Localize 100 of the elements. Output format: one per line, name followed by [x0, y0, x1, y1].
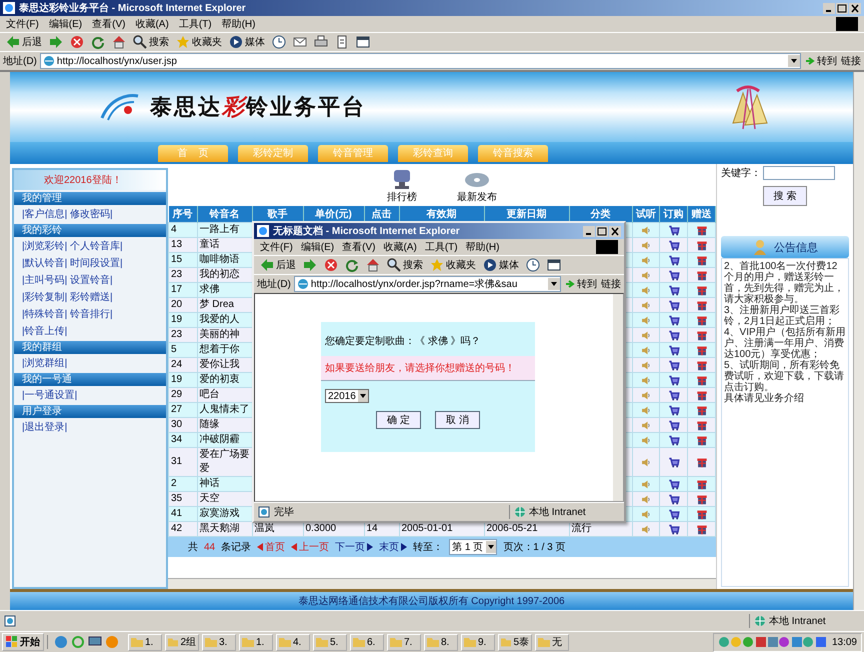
- cart-icon[interactable]: [666, 254, 681, 266]
- menu-item[interactable]: 工具(T): [424, 240, 458, 254]
- gift-icon[interactable]: [694, 524, 709, 534]
- menu-link[interactable]: |彩铃复制| 彩铃赠送|: [14, 288, 166, 305]
- vertical-scrollbar[interactable]: [853, 72, 864, 610]
- page-link[interactable]: 末页: [379, 540, 408, 554]
- go-button[interactable]: 转到: [804, 54, 838, 68]
- links-button[interactable]: 链接: [601, 277, 621, 291]
- dropdown-arrow-icon[interactable]: [790, 57, 798, 65]
- taskbar-button[interactable]: 5泰: [498, 634, 532, 650]
- gift-icon[interactable]: [694, 478, 709, 490]
- toolbar-button[interactable]: 搜索: [131, 34, 171, 50]
- menu-item[interactable]: 帮助(H): [222, 17, 256, 31]
- cart-icon[interactable]: [666, 478, 681, 490]
- horizontal-scrollbar[interactable]: [168, 578, 716, 589]
- toolbar-button[interactable]: 媒体: [481, 257, 521, 273]
- taskbar-button[interactable]: 1.: [128, 634, 162, 650]
- search-button[interactable]: 搜 索: [762, 186, 808, 206]
- cart-icon[interactable]: [666, 404, 681, 416]
- minimize-icon[interactable]: [823, 2, 835, 14]
- page-link[interactable]: 下一页: [335, 540, 374, 554]
- cart-icon[interactable]: [666, 508, 681, 520]
- cart-icon[interactable]: [666, 284, 681, 296]
- stop-button[interactable]: [322, 257, 340, 273]
- taskbar-button[interactable]: 1.: [239, 634, 273, 650]
- taskbar-button[interactable]: 7.: [387, 634, 421, 650]
- stop-button[interactable]: [68, 34, 86, 50]
- window-button[interactable]: [545, 257, 563, 273]
- cart-icon[interactable]: [666, 420, 681, 430]
- menu-link[interactable]: |浏览群组|: [14, 354, 166, 371]
- vertical-scrollbar[interactable]: [613, 294, 623, 501]
- refresh-button[interactable]: [89, 34, 107, 50]
- dialog-button[interactable]: 确 定: [376, 411, 421, 429]
- menu-link[interactable]: |浏览彩铃| 个人铃音库|: [14, 237, 166, 254]
- maximize-icon[interactable]: [596, 226, 608, 236]
- taskbar-button[interactable]: 6.: [350, 634, 384, 650]
- dialog-button[interactable]: 取 消: [435, 411, 480, 429]
- menu-link[interactable]: |一号通设置|: [14, 386, 166, 403]
- taskbar-button[interactable]: 5.: [313, 634, 347, 650]
- menu-link[interactable]: |铃音上传|: [14, 322, 166, 339]
- menu-item[interactable]: 收藏(A): [135, 17, 169, 31]
- toolbar-button[interactable]: 收藏夹: [174, 34, 224, 50]
- gift-icon[interactable]: [694, 270, 709, 280]
- menu-item[interactable]: 查看(V): [342, 240, 376, 254]
- gift-icon[interactable]: [694, 494, 709, 504]
- start-button[interactable]: 开始: [2, 633, 44, 651]
- toolbar-button[interactable]: 后退: [4, 34, 44, 50]
- toolbar-button[interactable]: 媒体: [227, 34, 267, 50]
- shortcut-link[interactable]: 排行榜: [387, 168, 417, 204]
- cart-icon[interactable]: [666, 456, 681, 468]
- toolbar-button[interactable]: 后退: [258, 257, 298, 273]
- cart-icon[interactable]: [666, 390, 681, 400]
- keyword-field[interactable]: [763, 166, 835, 180]
- menu-link[interactable]: |退出登录|: [14, 418, 166, 435]
- cart-icon[interactable]: [666, 434, 681, 446]
- refresh-button[interactable]: [343, 257, 361, 273]
- address-field[interactable]: http://localhost/ynx/order.jsp?rname=求佛&sau: [294, 276, 561, 292]
- taskbar-button[interactable]: 2组: [165, 634, 199, 650]
- minimize-icon[interactable]: [583, 226, 595, 236]
- menu-item[interactable]: 编辑(E): [48, 17, 82, 31]
- menu-link[interactable]: |客户信息| 修改密码|: [14, 205, 166, 222]
- gift-icon[interactable]: [694, 374, 709, 386]
- cart-icon[interactable]: [666, 524, 681, 534]
- window-button[interactable]: [354, 34, 372, 50]
- cart-icon[interactable]: [666, 314, 681, 326]
- cart-icon[interactable]: [666, 224, 681, 236]
- gift-icon[interactable]: [694, 254, 709, 266]
- menu-link[interactable]: |默认铃音| 时间段设置|: [14, 254, 166, 271]
- close-icon[interactable]: [609, 226, 621, 236]
- gift-icon[interactable]: [694, 360, 709, 370]
- gift-icon[interactable]: [694, 314, 709, 326]
- gift-icon[interactable]: [694, 434, 709, 446]
- close-icon[interactable]: [849, 2, 861, 14]
- toolbar-button[interactable]: 搜索: [385, 257, 425, 273]
- taskbar-button[interactable]: 4.: [276, 634, 310, 650]
- menu-link[interactable]: |主叫号码| 设置铃音|: [14, 271, 166, 288]
- cart-icon[interactable]: [666, 300, 681, 310]
- gift-icon[interactable]: [694, 240, 709, 250]
- gift-icon[interactable]: [694, 344, 709, 356]
- cart-icon[interactable]: [666, 270, 681, 280]
- page-select[interactable]: 第 1 页: [449, 539, 498, 555]
- gift-icon[interactable]: [694, 224, 709, 236]
- menu-item[interactable]: 帮助(H): [466, 240, 500, 254]
- gift-icon[interactable]: [694, 508, 709, 520]
- cart-icon[interactable]: [666, 240, 681, 250]
- menu-item[interactable]: 查看(V): [92, 17, 126, 31]
- taskbar-button[interactable]: 8.: [424, 634, 458, 650]
- cart-icon[interactable]: [666, 360, 681, 370]
- go-button[interactable]: 转到: [564, 277, 598, 291]
- menu-link[interactable]: |特殊铃音| 铃音排行|: [14, 305, 166, 322]
- gift-icon[interactable]: [694, 456, 709, 468]
- gift-icon[interactable]: [694, 330, 709, 340]
- number-select[interactable]: 22016: [325, 389, 369, 403]
- taskbar-button[interactable]: 9.: [461, 634, 495, 650]
- address-field[interactable]: http://localhost/ynx/user.jsp: [40, 53, 801, 69]
- toolbar-button[interactable]: 收藏夹: [428, 257, 478, 273]
- cart-icon[interactable]: [666, 330, 681, 340]
- gift-icon[interactable]: [694, 404, 709, 416]
- gift-icon[interactable]: [694, 284, 709, 296]
- cart-icon[interactable]: [666, 374, 681, 386]
